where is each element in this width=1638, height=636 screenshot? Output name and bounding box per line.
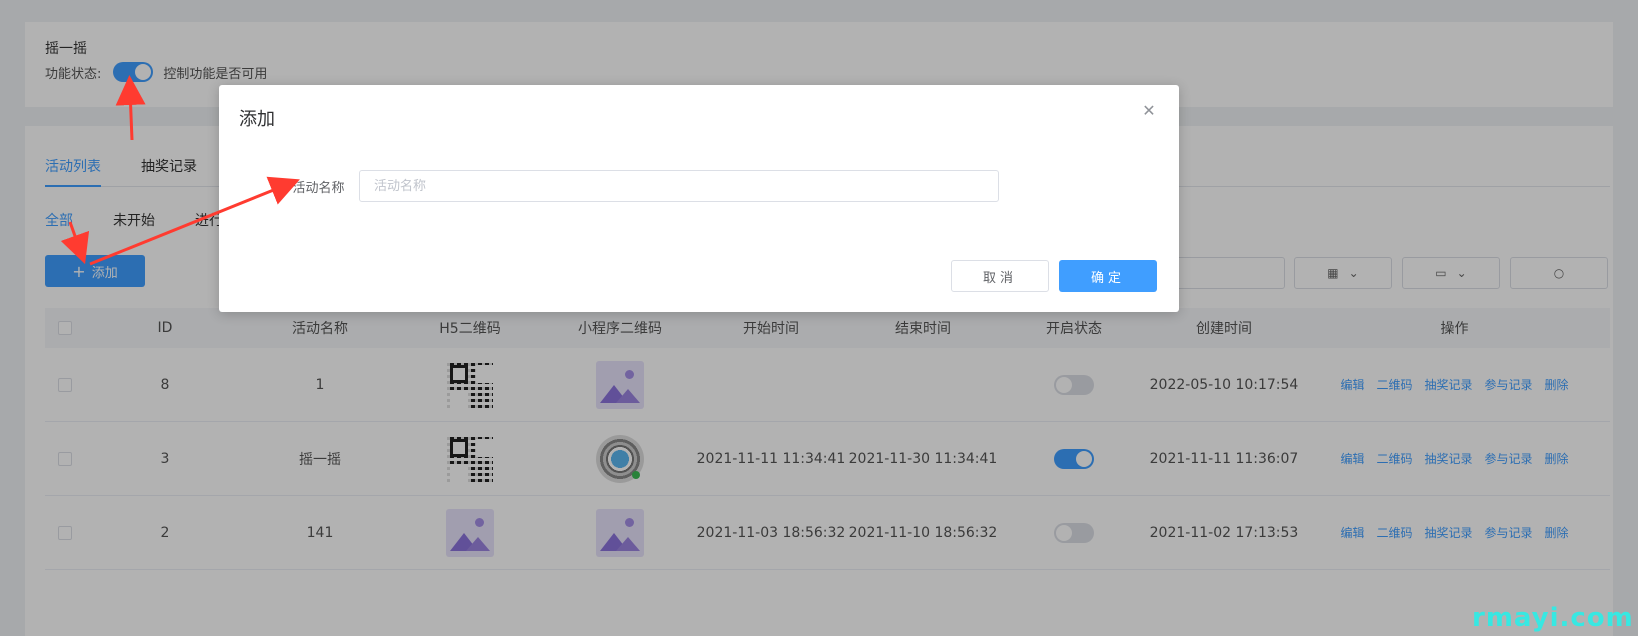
add-dialog: 添加 ✕ *活动名称 取消 确定 (219, 85, 1179, 312)
activity-name-label: * 活动名称 (282, 177, 345, 196)
confirm-button[interactable]: 确定 (1059, 260, 1157, 292)
cancel-button[interactable]: 取消 (951, 260, 1049, 292)
activity-name-input[interactable] (359, 170, 999, 202)
watermark-text: rmayi.com (1472, 603, 1634, 633)
close-icon[interactable]: ✕ (1141, 103, 1157, 119)
required-mark: * (282, 181, 289, 196)
activity-name-label-text: 活动名称 (292, 181, 345, 196)
dialog-title: 添加 (239, 109, 275, 130)
